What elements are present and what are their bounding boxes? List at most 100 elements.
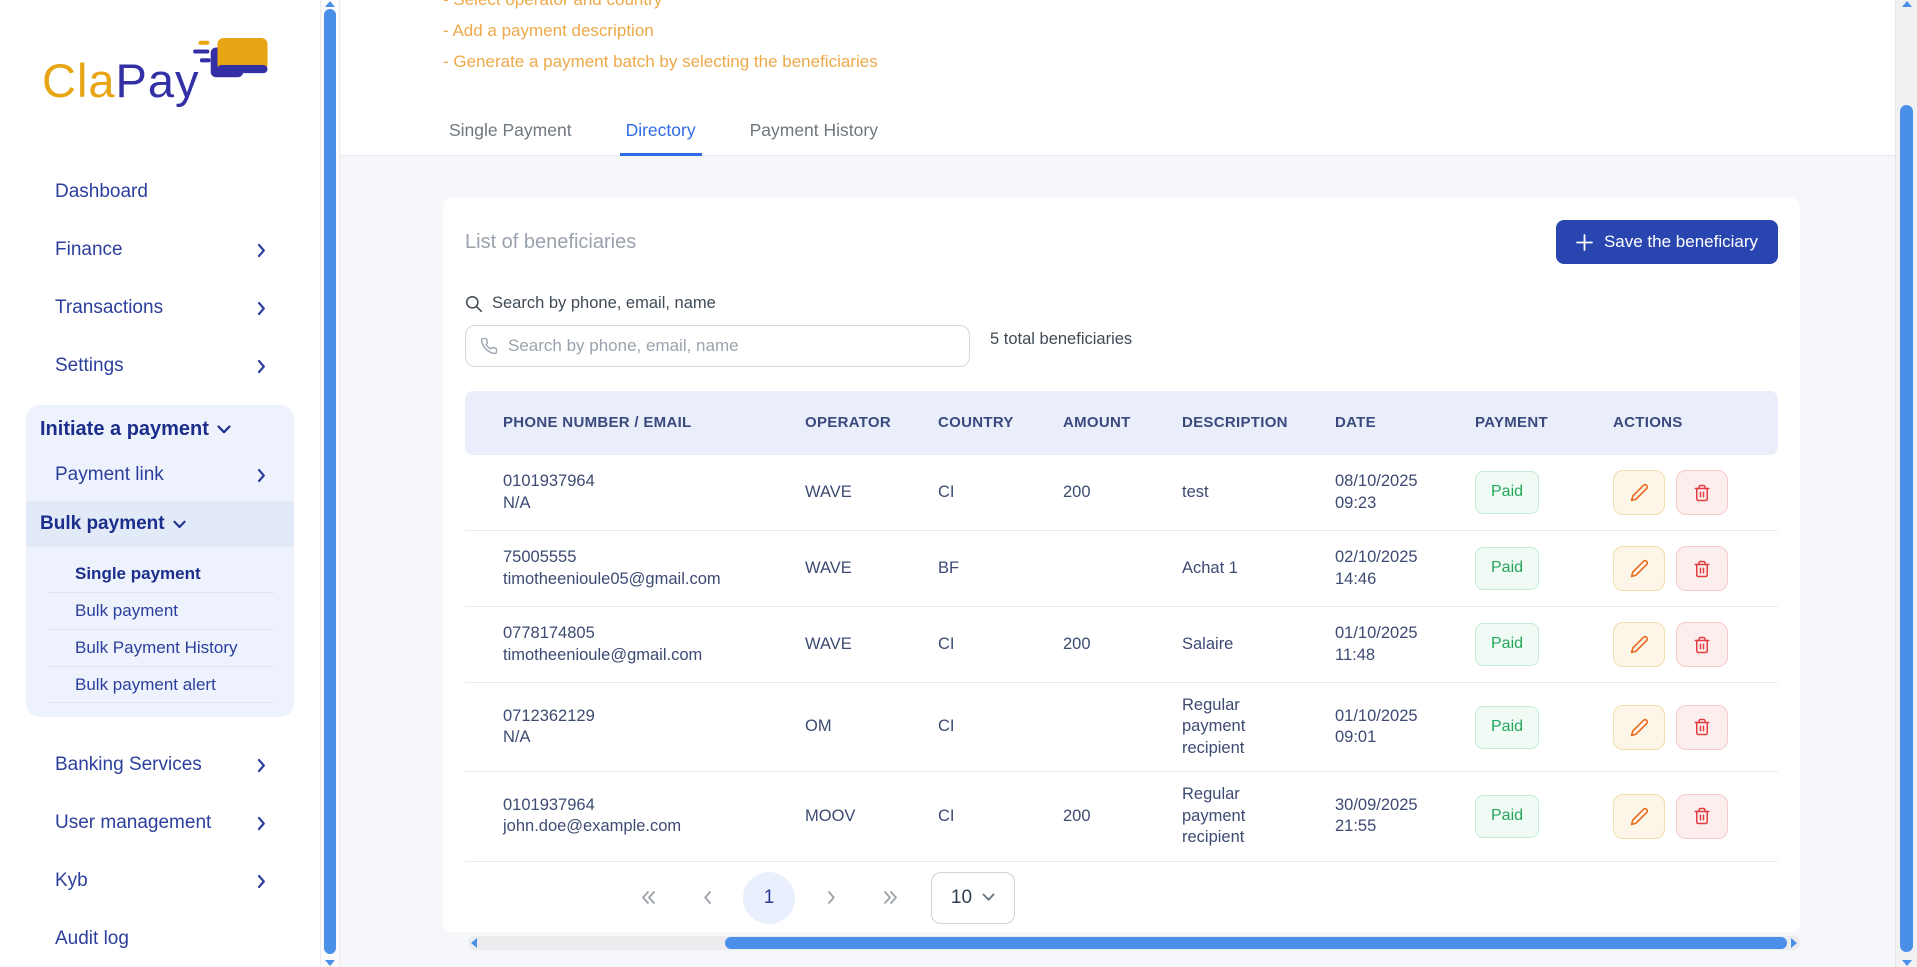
delete-button[interactable]	[1676, 705, 1728, 750]
delete-button[interactable]	[1676, 546, 1728, 591]
edit-button[interactable]	[1613, 705, 1665, 750]
search-input[interactable]	[508, 336, 955, 356]
edit-button[interactable]	[1613, 470, 1665, 515]
sidebar-scrollbar[interactable]	[320, 0, 340, 967]
status-badge: Paid	[1475, 623, 1539, 666]
scroll-down-arrow-icon[interactable]	[1902, 960, 1912, 966]
cell-actions	[1613, 622, 1778, 667]
payment-tabs: Single Payment Directory Payment History	[443, 120, 926, 156]
horizontal-scrollbar[interactable]	[468, 936, 1800, 950]
edit-button[interactable]	[1613, 622, 1665, 667]
sidebar-group-header-initiate-a-payment[interactable]: Initiate a payment	[26, 409, 294, 449]
page-size-value: 10	[951, 887, 972, 909]
time-value: 21:55	[1335, 816, 1475, 837]
sidebar-group-header-bulk-payment[interactable]: Bulk payment	[26, 501, 294, 547]
column-header-payment: PAYMENT	[1475, 413, 1613, 433]
column-header-amount: AMOUNT	[1063, 413, 1182, 433]
sidebar-item-payment-link[interactable]: Payment link	[26, 449, 294, 501]
cell-description: Salaire	[1182, 634, 1335, 655]
horizontal-scrollbar-thumb[interactable]	[725, 937, 1787, 949]
total-beneficiaries-count: 5 total beneficiaries	[990, 330, 1132, 349]
cell-amount: 200	[1063, 482, 1182, 503]
search-box	[465, 325, 970, 367]
cell-country: CI	[938, 634, 1063, 655]
sidebar-item-transactions[interactable]: Transactions	[0, 279, 320, 337]
chevron-right-icon	[257, 468, 266, 483]
delete-button[interactable]	[1676, 622, 1728, 667]
cell-payment: Paid	[1475, 547, 1613, 590]
last-page-button[interactable]	[867, 875, 913, 921]
sidebar-item-label: Bulk payment	[75, 601, 178, 621]
cell-operator: MOOV	[805, 806, 938, 827]
instruction-line: - Select operator and country	[443, 0, 878, 15]
sidebar-item-dashboard[interactable]: Dashboard	[0, 163, 320, 221]
column-header-operator: OPERATOR	[805, 413, 938, 433]
trash-icon	[1693, 718, 1711, 736]
cell-phone-email: 0712362129 N/A	[465, 706, 805, 749]
logo-text-indigo: Pay	[116, 54, 200, 107]
scroll-up-arrow-icon[interactable]	[325, 1, 335, 7]
time-value: 09:23	[1335, 493, 1475, 514]
clapay-logo-icon	[193, 38, 269, 84]
email-value: john.doe@example.com	[503, 816, 805, 837]
sidebar-item-banking-services[interactable]: Banking Services	[0, 736, 320, 794]
sidebar-item-single-payment[interactable]: Single payment	[48, 555, 274, 592]
next-page-button[interactable]	[808, 875, 854, 921]
sidebar-item-user-management[interactable]: User management	[0, 794, 320, 852]
cell-payment: Paid	[1475, 706, 1613, 749]
instruction-line: - Generate a payment batch by selecting …	[443, 46, 878, 77]
table-row: 0712362129 N/A OM CI Regular payment rec…	[465, 683, 1778, 772]
sidebar-item-settings[interactable]: Settings	[0, 337, 320, 395]
sidebar-scrollbar-thumb[interactable]	[324, 9, 336, 954]
cell-description: Regular payment recipient	[1182, 784, 1335, 848]
edit-button[interactable]	[1613, 546, 1665, 591]
cell-actions	[1613, 705, 1778, 750]
sidebar-item-bulk-payment-history[interactable]: Bulk Payment History	[48, 629, 274, 666]
phone-value: 0712362129	[503, 706, 805, 727]
save-beneficiary-button[interactable]: Save the beneficiary	[1556, 220, 1778, 264]
sidebar-item-label: Bulk Payment History	[75, 638, 238, 658]
delete-button[interactable]	[1676, 794, 1728, 839]
sidebar-item-bulk-payment[interactable]: Bulk payment	[48, 592, 274, 629]
scroll-down-arrow-icon[interactable]	[325, 960, 335, 966]
cell-operator: WAVE	[805, 482, 938, 503]
delete-button[interactable]	[1676, 470, 1728, 515]
card-header: List of beneficiaries Save the beneficia…	[465, 198, 1778, 264]
vertical-scrollbar[interactable]	[1895, 0, 1917, 967]
time-value: 09:01	[1335, 727, 1475, 748]
trash-icon	[1693, 484, 1711, 502]
scroll-right-arrow-icon[interactable]	[1791, 938, 1797, 948]
cell-amount: 200	[1063, 634, 1182, 655]
cell-phone-email: 0101937964 john.doe@example.com	[465, 795, 805, 838]
sidebar-item-audit-log[interactable]: Audit log	[0, 910, 320, 967]
chevron-down-icon	[173, 520, 186, 529]
current-page-indicator[interactable]: 1	[743, 872, 795, 924]
table-row: 0778174805 timotheenioule@gmail.com WAVE…	[465, 607, 1778, 683]
table-row: 0101937964 john.doe@example.com MOOV CI …	[465, 772, 1778, 861]
cell-country: CI	[938, 716, 1063, 737]
page-size-select[interactable]: 10	[931, 872, 1015, 924]
sidebar-item-kyb[interactable]: Kyb	[0, 852, 320, 910]
beneficiaries-card: List of beneficiaries Save the beneficia…	[443, 198, 1800, 932]
sidebar-nav-top: Dashboard Finance Transactions Settings	[0, 163, 320, 395]
vertical-scrollbar-thumb[interactable]	[1900, 105, 1913, 952]
chevron-right-icon	[257, 874, 266, 889]
cell-description: Achat 1	[1182, 558, 1335, 579]
email-value: N/A	[503, 727, 805, 748]
cell-date: 02/10/2025 14:46	[1335, 547, 1475, 590]
sidebar-item-finance[interactable]: Finance	[0, 221, 320, 279]
edit-button[interactable]	[1613, 794, 1665, 839]
tab-single-payment[interactable]: Single Payment	[443, 120, 578, 156]
cell-country: CI	[938, 482, 1063, 503]
first-page-button[interactable]	[625, 875, 671, 921]
sidebar-item-bulk-payment-alert[interactable]: Bulk payment alert	[48, 666, 274, 703]
clapay-logo[interactable]: ClaPay	[0, 0, 320, 163]
tab-directory[interactable]: Directory	[620, 120, 702, 156]
scroll-up-arrow-icon[interactable]	[1902, 1, 1912, 7]
cell-operator: WAVE	[805, 558, 938, 579]
pencil-icon	[1630, 807, 1649, 826]
scroll-left-arrow-icon[interactable]	[471, 938, 477, 948]
previous-page-button[interactable]	[684, 875, 730, 921]
tab-payment-history[interactable]: Payment History	[744, 120, 884, 156]
beneficiaries-table: PHONE NUMBER / EMAIL OPERATOR COUNTRY AM…	[465, 391, 1778, 862]
